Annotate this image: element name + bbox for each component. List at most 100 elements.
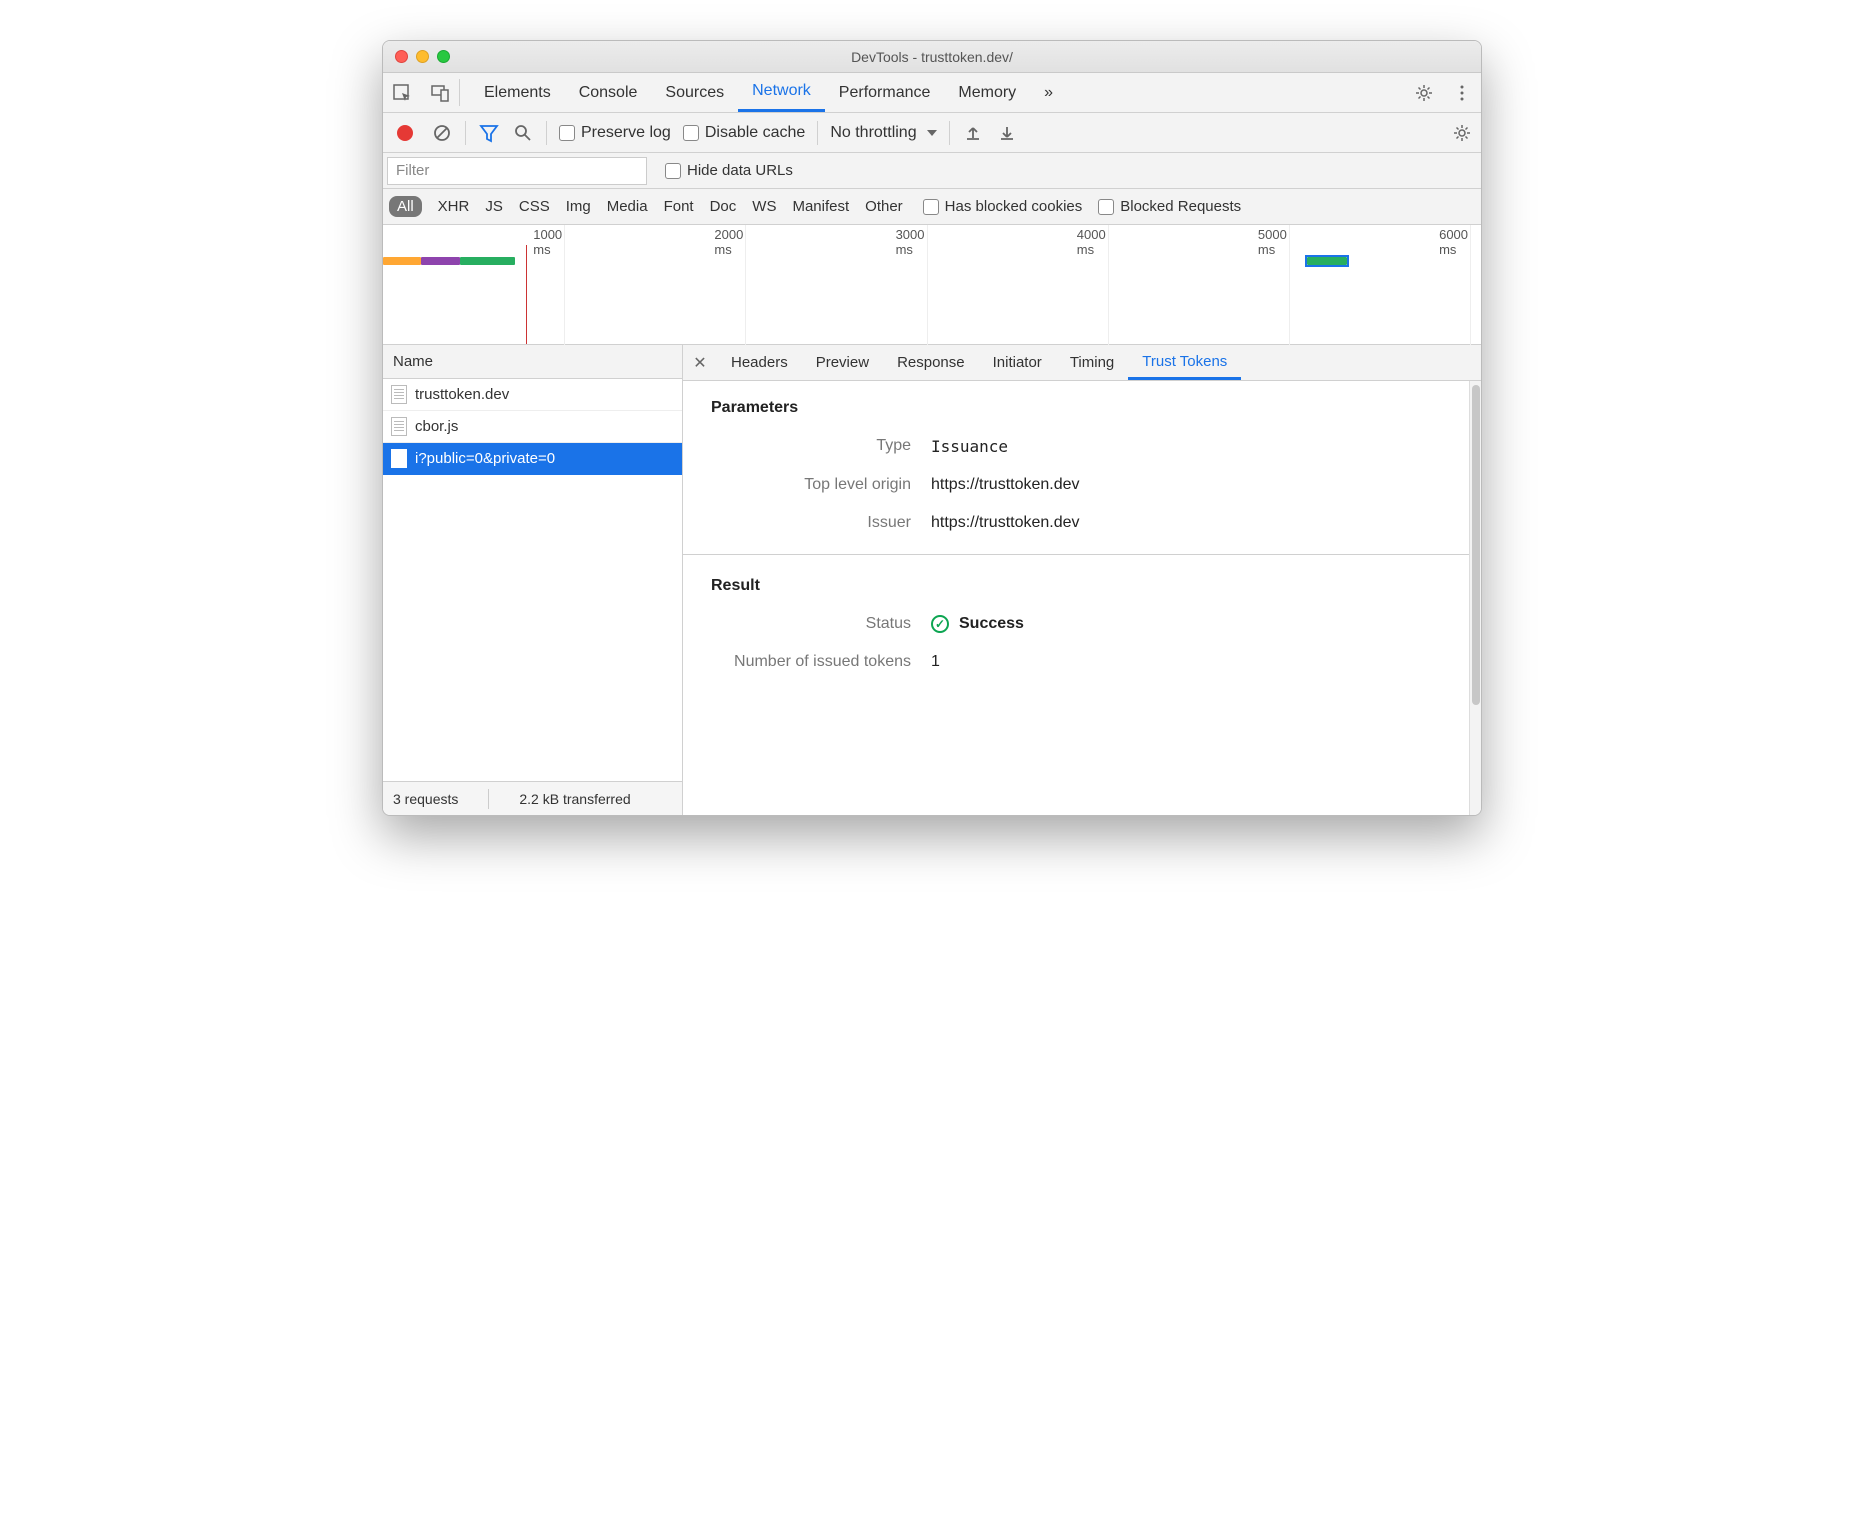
disable-cache-checkbox[interactable]: Disable cache (683, 124, 806, 142)
filter-row: Filter Hide data URLs (383, 153, 1481, 189)
titlebar: DevTools - trusttoken.dev/ (383, 41, 1481, 73)
request-name: cbor.js (415, 418, 458, 435)
network-settings-icon[interactable] (1451, 123, 1473, 143)
filter-other[interactable]: Other (865, 198, 903, 215)
timeline[interactable]: 1000 ms 2000 ms 3000 ms 4000 ms 5000 ms … (383, 225, 1481, 345)
filter-ws[interactable]: WS (752, 198, 776, 215)
filter-js[interactable]: JS (485, 198, 503, 215)
top-origin-value: https://trusttoken.dev (931, 476, 1080, 494)
timeline-marker[interactable] (526, 245, 527, 344)
status-label: Status (711, 615, 911, 633)
filter-css[interactable]: CSS (519, 198, 550, 215)
blocked-requests-label: Blocked Requests (1120, 198, 1241, 215)
dtab-response[interactable]: Response (883, 345, 979, 380)
hide-data-urls-label: Hide data URLs (687, 162, 793, 179)
tick-label: 6000 ms (1439, 227, 1468, 257)
issuer-value: https://trusttoken.dev (931, 514, 1080, 532)
status-value: Success (959, 615, 1024, 633)
timeline-bar (421, 257, 459, 265)
minimize-window-button[interactable] (416, 50, 429, 63)
tick-label: 1000 ms (533, 227, 562, 257)
tab-console[interactable]: Console (565, 73, 652, 112)
timeline-selection[interactable] (1305, 255, 1349, 267)
timeline-bar (460, 257, 515, 265)
record-button[interactable] (391, 125, 419, 141)
dtab-preview[interactable]: Preview (802, 345, 883, 380)
maximize-window-button[interactable] (437, 50, 450, 63)
chevron-down-icon (927, 130, 937, 136)
hide-data-urls-checkbox[interactable]: Hide data URLs (665, 162, 793, 179)
detail-body: Parameters Type Issuance Top level origi… (683, 381, 1481, 815)
tab-network[interactable]: Network (738, 73, 825, 112)
timeline-bar (383, 257, 421, 265)
close-window-button[interactable] (395, 50, 408, 63)
filter-all[interactable]: All (389, 196, 422, 217)
transferred-size: 2.2 kB transferred (519, 791, 630, 807)
detail-pane: ✕ Headers Preview Response Initiator Tim… (683, 345, 1481, 815)
clear-icon[interactable] (431, 123, 453, 143)
dtab-timing[interactable]: Timing (1056, 345, 1128, 380)
tab-performance[interactable]: Performance (825, 73, 945, 112)
filter-xhr[interactable]: XHR (438, 198, 470, 215)
requests-count: 3 requests (393, 791, 458, 807)
download-har-icon[interactable] (996, 124, 1018, 142)
traffic-lights (395, 50, 450, 63)
filter-doc[interactable]: Doc (710, 198, 737, 215)
request-list-header[interactable]: Name (383, 345, 682, 379)
search-icon[interactable] (512, 123, 534, 143)
divider (683, 554, 1481, 555)
parameters-heading: Parameters (711, 399, 1453, 417)
scrollbar[interactable] (1469, 381, 1481, 815)
type-value: Issuance (931, 437, 1008, 456)
issued-tokens-label: Number of issued tokens (711, 653, 911, 671)
disable-cache-label: Disable cache (705, 124, 806, 142)
main-split: Name trusttoken.dev cbor.js i?public=0&p… (383, 345, 1481, 815)
preserve-log-checkbox[interactable]: Preserve log (559, 124, 671, 142)
type-filters: All XHR JS CSS Img Media Font Doc WS Man… (383, 189, 1481, 225)
dtab-headers[interactable]: Headers (717, 345, 802, 380)
settings-icon[interactable] (1405, 83, 1443, 103)
dtab-initiator[interactable]: Initiator (979, 345, 1056, 380)
filter-icon[interactable] (478, 123, 500, 143)
filter-input[interactable]: Filter (387, 157, 647, 185)
request-name: i?public=0&private=0 (415, 450, 555, 467)
has-blocked-cookies-label: Has blocked cookies (945, 198, 1083, 215)
throttling-value: No throttling (830, 124, 916, 142)
request-row[interactable]: cbor.js (383, 411, 682, 443)
tab-memory[interactable]: Memory (944, 73, 1030, 112)
blocked-requests-checkbox[interactable]: Blocked Requests (1098, 198, 1241, 215)
device-toolbar-icon[interactable] (421, 73, 459, 112)
close-detail-icon[interactable]: ✕ (683, 345, 717, 380)
devtools-window: DevTools - trusttoken.dev/ Elements Cons… (382, 40, 1482, 816)
filter-manifest[interactable]: Manifest (792, 198, 849, 215)
preserve-log-label: Preserve log (581, 124, 671, 142)
type-label: Type (711, 437, 911, 456)
throttling-select[interactable]: No throttling (830, 124, 936, 142)
inspect-element-icon[interactable] (383, 73, 421, 112)
filter-placeholder: Filter (396, 162, 429, 179)
tab-more[interactable]: » (1030, 73, 1067, 112)
check-circle-icon: ✓ (931, 615, 949, 633)
issuer-label: Issuer (711, 514, 911, 532)
request-row[interactable]: i?public=0&private=0 (383, 443, 682, 475)
kebab-menu-icon[interactable] (1443, 83, 1481, 103)
tab-sources[interactable]: Sources (651, 73, 738, 112)
dtab-trust-tokens[interactable]: Trust Tokens (1128, 345, 1241, 380)
filter-img[interactable]: Img (566, 198, 591, 215)
filter-media[interactable]: Media (607, 198, 648, 215)
scrollbar-thumb[interactable] (1472, 385, 1480, 705)
panel-tabs: Elements Console Sources Network Perform… (470, 73, 1404, 112)
filter-font[interactable]: Font (664, 198, 694, 215)
window-title: DevTools - trusttoken.dev/ (383, 49, 1481, 65)
upload-har-icon[interactable] (962, 124, 984, 142)
tick-label: 5000 ms (1258, 227, 1287, 257)
request-row[interactable]: trusttoken.dev (383, 379, 682, 411)
main-tabbar: Elements Console Sources Network Perform… (383, 73, 1481, 113)
tick-label: 4000 ms (1077, 227, 1106, 257)
top-origin-label: Top level origin (711, 476, 911, 494)
has-blocked-cookies-checkbox[interactable]: Has blocked cookies (923, 198, 1083, 215)
result-heading: Result (711, 577, 1453, 595)
document-icon (391, 417, 407, 436)
tab-elements[interactable]: Elements (470, 73, 565, 112)
tick-label: 2000 ms (714, 227, 743, 257)
